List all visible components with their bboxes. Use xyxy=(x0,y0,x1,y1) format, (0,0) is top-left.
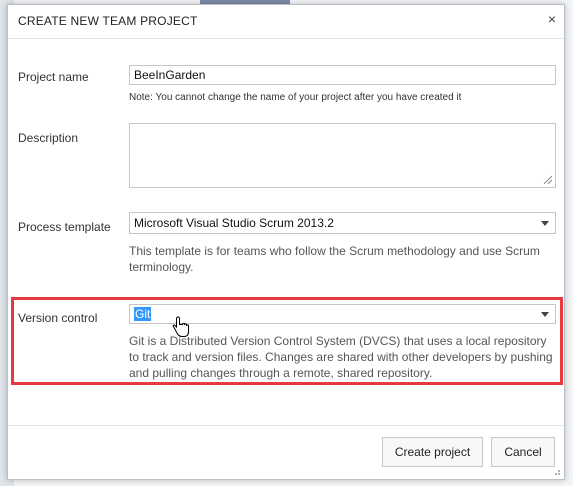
dialog-title: CREATE NEW TEAM PROJECT xyxy=(18,14,198,28)
chevron-down-icon[interactable] xyxy=(541,312,549,317)
project-name-value: BeeInGarden xyxy=(134,68,206,82)
footer-divider xyxy=(8,425,564,426)
hand-cursor-icon xyxy=(172,316,189,337)
close-icon[interactable]: × xyxy=(548,12,556,26)
version-control-help: Git is a Distributed Version Control Sys… xyxy=(129,334,553,380)
process-template-select[interactable]: Microsoft Visual Studio Scrum 2013.2 xyxy=(129,212,556,234)
description-label: Description xyxy=(18,131,79,145)
version-control-select[interactable]: Git xyxy=(129,304,556,324)
dialog-resize-grip-icon[interactable] xyxy=(551,466,561,476)
process-template-value: Microsoft Visual Studio Scrum 2013.2 xyxy=(134,216,334,230)
project-name-label: Project name xyxy=(18,70,89,84)
description-textarea[interactable] xyxy=(129,123,556,188)
version-control-label: Version control xyxy=(18,311,98,325)
project-name-input[interactable]: BeeInGarden xyxy=(129,65,556,85)
create-team-project-dialog: CREATE NEW TEAM PROJECT × Project name B… xyxy=(7,4,565,480)
resize-grip-icon[interactable] xyxy=(542,174,552,184)
version-control-value: Git xyxy=(134,307,152,321)
project-name-note: Note: You cannot change the name of your… xyxy=(129,92,462,103)
cancel-button[interactable]: Cancel xyxy=(491,437,555,467)
create-project-button[interactable]: Create project xyxy=(382,437,483,467)
process-template-help: This template is for teams who follow th… xyxy=(129,244,540,274)
chevron-down-icon[interactable] xyxy=(541,221,549,226)
process-template-label: Process template xyxy=(18,220,111,234)
title-divider xyxy=(8,38,564,39)
